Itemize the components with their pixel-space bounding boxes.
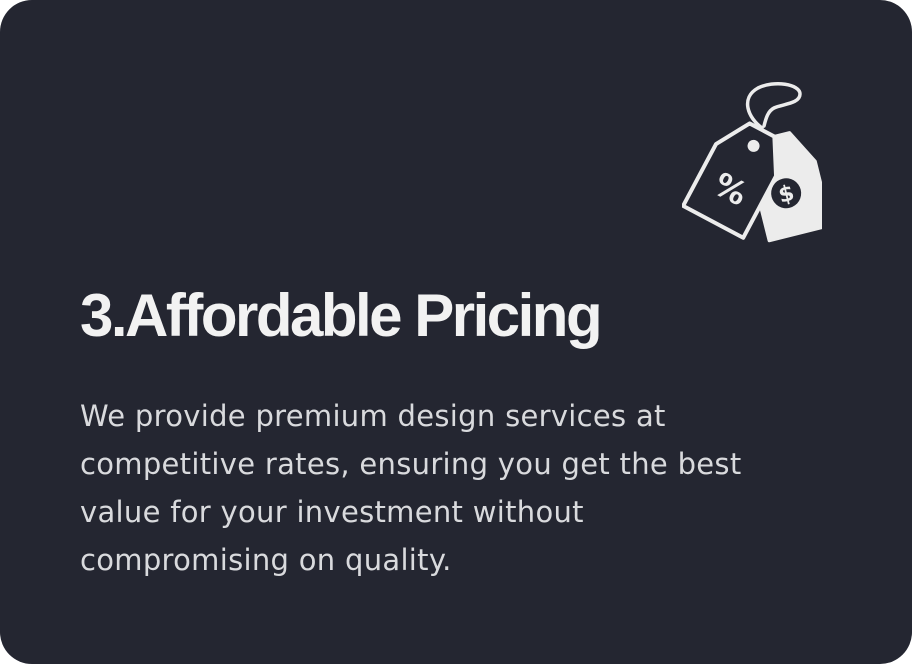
description-line: We provide premium design services at [80,399,666,433]
description-line: value for your investment without [80,495,584,529]
feature-card: $ % 3.Affordable Pricing We provide prem… [0,0,912,664]
card-title: 3.Affordable Pricing [80,282,603,349]
description-line: compromising on quality. [80,543,452,577]
description-line: competitive rates, ensuring you get the … [80,447,742,481]
price-tags-icon: $ % [682,78,822,243]
card-description: We provide premium design services at co… [80,392,840,584]
